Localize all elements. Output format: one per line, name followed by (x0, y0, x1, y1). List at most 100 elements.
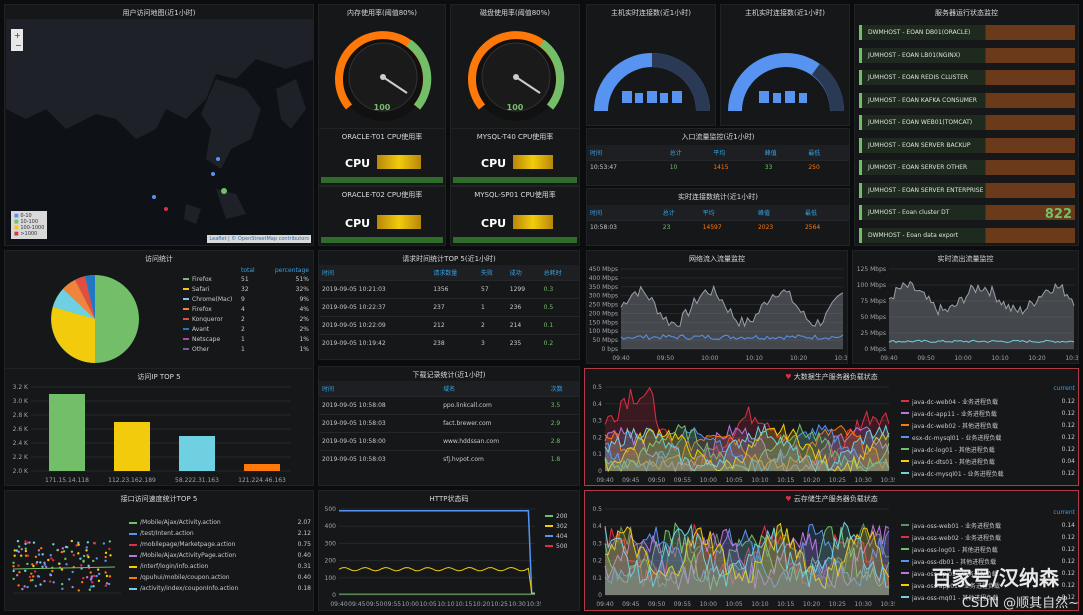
arc-gauge-1-title: 主机实时连接数(近1小时) (611, 9, 691, 17)
legend-item[interactable]: java-dc-web04 - 业务进程负载 0.12 (901, 395, 1075, 407)
scatter-point (57, 562, 61, 565)
col-header[interactable]: 总计 (666, 145, 711, 161)
scatter-point (86, 541, 90, 544)
pie-legend-item[interactable]: Netscape 1 1% (183, 334, 309, 344)
legend-swatch (901, 560, 909, 562)
legend-item[interactable]: java-oss-log01 - 其他进程负载 0.12 (901, 543, 1075, 555)
legend-item[interactable]: /Mobile/Ajax/ActivityPage.action 0.40 (129, 550, 311, 561)
scatter-point (82, 576, 85, 580)
col-header[interactable]: 失败 (478, 265, 507, 281)
legend-item[interactable]: /test/Intent.action 2.12 (129, 528, 311, 539)
legend-item[interactable]: /activity/index/couponInfo.action 0.18 (129, 583, 311, 594)
cpu-value-bar (513, 155, 553, 169)
server-status-item[interactable]: JUMHOST - EOAN KAFKA CONSUMER (859, 92, 1075, 108)
legend-item[interactable]: java-dc-app11 - 业务进程负载 0.12 (901, 407, 1075, 419)
scatter-point (12, 561, 15, 564)
col-header[interactable]: 次数 (547, 381, 579, 397)
server-status-item[interactable]: JUMHOST - EOAN SERVER ENTERPRISE (859, 182, 1075, 198)
table-row: 2019-09-05 10:58:08 ppo.linkcall.com 3.5 (319, 396, 579, 415)
ip-bar[interactable] (114, 422, 150, 471)
server-status-item[interactable]: JUMHOST - EOAN LB01(NGINX) (859, 47, 1075, 63)
bigdata-load-panel: ♥ 大数据生产服务器负载状态 0 0.1 0.2 0.3 0.4 0.5 09:40 09:4… (584, 368, 1079, 486)
legend-header-percentage[interactable]: percentage (269, 267, 309, 274)
legend-item[interactable]: /Mobile/Ajax/Activity.action 2.07 (129, 517, 311, 528)
col-header[interactable]: 总耗时 (540, 265, 579, 281)
ip-bar[interactable] (244, 464, 280, 471)
server-status-item[interactable]: JUMHOST - EOAN REDIS CLUSTER (859, 70, 1075, 85)
legend-item[interactable]: java-dc-log01 - 其他进程负载 0.12 (901, 443, 1075, 455)
y-tick: 0 (332, 592, 336, 599)
map-attribution[interactable]: Leaflet | © OpenStreetMap contributors (207, 235, 311, 243)
api-speed-legend: /Mobile/Ajax/Activity.action 2.07/test/In… (129, 517, 311, 594)
pie-legend-item[interactable]: Other 1 1% (183, 344, 309, 354)
cpu-label: CPU (481, 217, 507, 230)
scatter-point (21, 587, 24, 591)
table-row: 2019-09-05 10:58:03 sfj.hvpot.com 1.8 (319, 450, 579, 469)
col-header[interactable]: 成功 (506, 265, 541, 281)
legend-item[interactable]: java-oss-web02 - 业务进程负载 0.12 (901, 531, 1075, 543)
ip-bar-panel: 访问IP TOP 5 2.0 K 2.2 K 2.4 K 2.6 K 2.8 K 3.0 … (4, 368, 314, 486)
scatter-point (60, 568, 64, 571)
col-header[interactable]: 时间 (587, 145, 667, 161)
legend-item[interactable]: java-dc-web02 - 其他进程负载 0.12 (901, 419, 1075, 431)
arc-gauge-2-panel: 主机实时连接数(近1小时) (720, 4, 850, 126)
legend-item[interactable]: /mobilepage/Marketpage.action 0.75 (129, 539, 311, 550)
server-status-item[interactable]: JUMHOST - EOAN WEB01(TOMCAT) (859, 115, 1075, 130)
y-tick: 450 Mbps (589, 266, 618, 273)
pie-legend-item[interactable]: Konqueror 2 2% (183, 314, 309, 324)
col-header[interactable]: 平均 (710, 145, 762, 161)
cpu-oracle-t02-panel: ORACLE-T02 CPU使用率 CPU (318, 186, 446, 246)
legend-swatch (901, 448, 909, 450)
col-header[interactable]: 平均 (699, 205, 755, 221)
col-header[interactable]: 时间 (587, 205, 660, 221)
pie-legend-item[interactable]: Safari 32 32% (183, 284, 309, 294)
col-header[interactable]: 域名 (440, 381, 548, 397)
legend-item[interactable]: java-dc-mysql01 - 业务进程负载 0.12 (901, 467, 1075, 479)
y-tick: 0.1 (592, 575, 602, 582)
legend-header[interactable]: current (901, 385, 1075, 395)
gauge-disk-title: 磁盘使用率(阈值80%) (479, 9, 551, 17)
legend-item[interactable]: esx-dc-mysql01 - 业务进程负载 0.12 (901, 431, 1075, 443)
col-header[interactable]: 总计 (659, 205, 700, 221)
col-header[interactable]: 最低 (801, 205, 849, 221)
scatter-point (82, 559, 85, 562)
server-status-item[interactable]: JUMHOST - EOAN SERVER OTHER (859, 160, 1075, 175)
legend-item[interactable]: 404 (545, 531, 579, 541)
server-status-item[interactable]: JUMHOST - EOAN SERVER BACKUP (859, 137, 1075, 153)
col-header[interactable]: 最低 (805, 145, 849, 161)
legend-header-total[interactable]: total (241, 267, 269, 274)
pie-legend-item[interactable]: Firefox 51 51% (183, 274, 309, 284)
scatter-point (19, 554, 23, 557)
server-status-item[interactable]: JUMHOST - Eoan cluster DT (859, 205, 1075, 220)
legend-item[interactable]: /qpuhui/mobile/coupon.action 0.40 (129, 572, 311, 583)
series-area (889, 281, 1074, 349)
pie-legend-item[interactable]: Avant 2 2% (183, 324, 309, 334)
y-tick: 0.3 (592, 540, 602, 547)
legend-percent: 1% (299, 335, 309, 343)
col-header[interactable]: 峰值 (754, 205, 802, 221)
scatter-point (97, 579, 101, 583)
pie-legend-item[interactable]: Chrome(Mac) 9 9% (183, 294, 309, 304)
legend-header[interactable]: current (901, 509, 1075, 519)
x-tick: 10:30 (855, 477, 872, 484)
legend-item[interactable]: 500 (545, 541, 579, 551)
world-map[interactable]: + − (6, 19, 314, 245)
col-header[interactable]: 时间 (319, 381, 441, 397)
ip-bar[interactable] (49, 394, 85, 471)
server-status-item[interactable]: DWMHOST - Eoan data export (859, 227, 1075, 243)
legend-item[interactable]: 200 (545, 511, 579, 521)
ip-bar[interactable] (179, 436, 215, 471)
col-header[interactable]: 峰值 (761, 145, 806, 161)
legend-item[interactable]: /interf/login/info.action 0.31 (129, 561, 311, 572)
server-status-item[interactable]: DWMHOST - EOAN DB01(ORACLE) (859, 25, 1075, 40)
x-tick: 10:10 (991, 355, 1008, 362)
arc-gauge-1 (594, 53, 710, 112)
legend-item[interactable]: 302 (545, 521, 579, 531)
y-tick: 500 (325, 506, 337, 513)
legend-item[interactable]: java-dc-dts01 - 其他进程负载 0.04 (901, 455, 1075, 467)
col-header[interactable]: 时间 (319, 265, 431, 281)
legend-item[interactable]: java-oss-web01 - 业务进程负载 0.14 (901, 519, 1075, 531)
pie-legend-item[interactable]: Firefox 4 4% (183, 304, 309, 314)
col-header[interactable]: 请求数量 (430, 265, 479, 281)
browser-pie-chart (51, 274, 139, 363)
